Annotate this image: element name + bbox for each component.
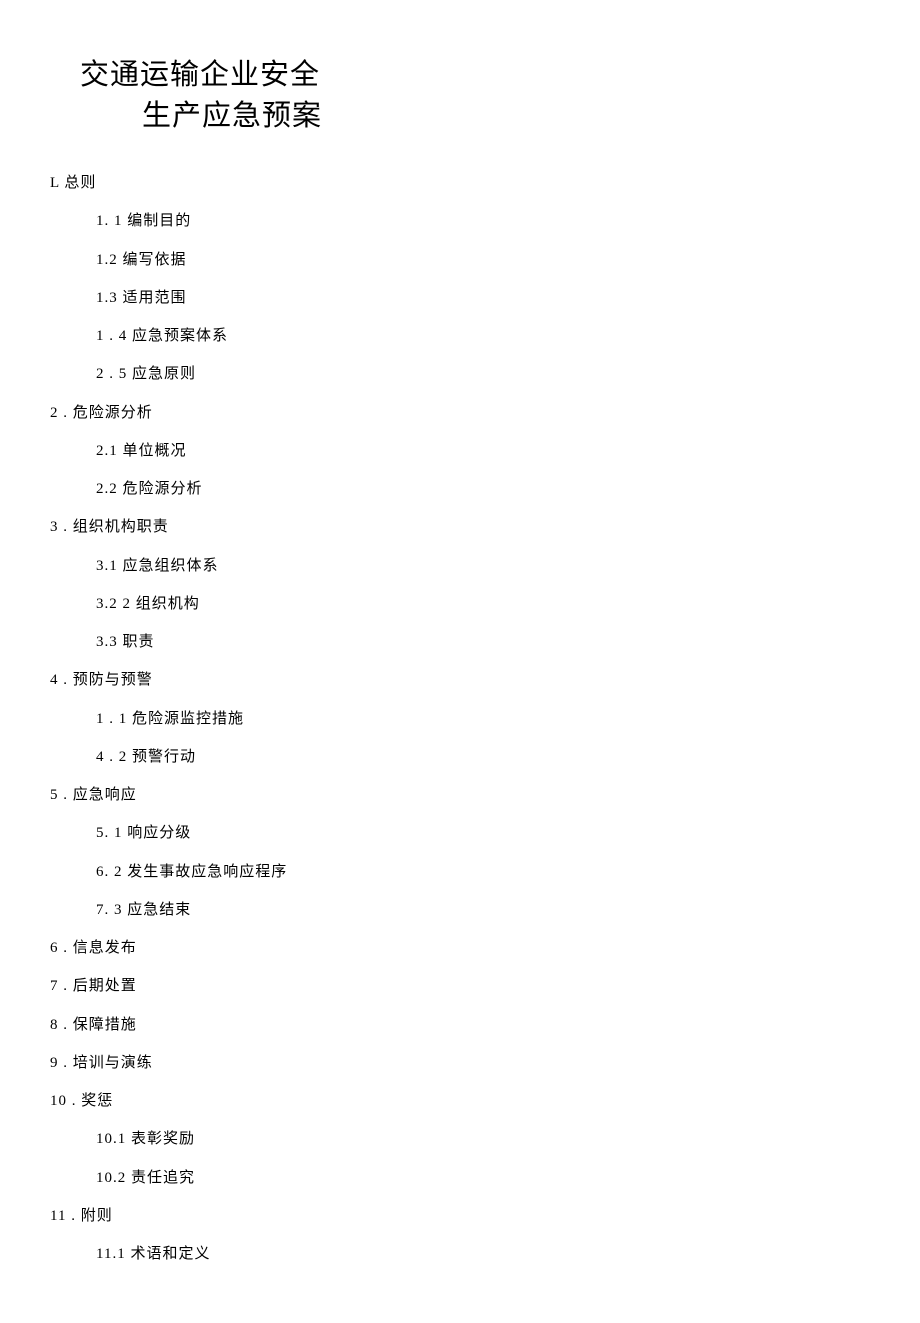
toc-entry: 1 . 1 危险源监控措施: [50, 700, 870, 738]
toc-entry: 11.1 术语和定义: [50, 1235, 870, 1273]
toc-entry: 2 . 5 应急原则: [50, 355, 870, 393]
toc-entry: 3.1 应急组织体系: [50, 547, 870, 585]
toc-entry: 4 . 2 预警行动: [50, 738, 870, 776]
document-title: 交通运输企业安全 生产应急预案: [80, 55, 870, 136]
toc-entry: 6. 2 发生事故应急响应程序: [50, 853, 870, 891]
toc-entry: 3 . 组织机构职责: [50, 508, 870, 546]
toc-entry: 2 . 危险源分析: [50, 394, 870, 432]
title-line-1: 交通运输企业安全: [80, 55, 870, 96]
toc-entry: 1.3 适用范围: [50, 279, 870, 317]
toc-entry: 9 . 培训与演练: [50, 1044, 870, 1082]
toc-entry: 1. 1 编制目的: [50, 202, 870, 240]
toc-entry: 2.1 单位概况: [50, 432, 870, 470]
toc-entry: 4 . 预防与预警: [50, 661, 870, 699]
table-of-contents: L 总则1. 1 编制目的1.2 编写依据1.3 适用范围1 . 4 应急预案体…: [50, 164, 870, 1273]
toc-entry: 6 . 信息发布: [50, 929, 870, 967]
toc-entry: 8 . 保障措施: [50, 1006, 870, 1044]
toc-entry: 3.3 职责: [50, 623, 870, 661]
toc-entry: 10 . 奖惩: [50, 1082, 870, 1120]
toc-entry: 3.2 2 组织机构: [50, 585, 870, 623]
toc-entry: 7. 3 应急结束: [50, 891, 870, 929]
toc-entry: 5. 1 响应分级: [50, 814, 870, 852]
title-line-2: 生产应急预案: [80, 96, 870, 137]
toc-entry: 10.2 责任追究: [50, 1159, 870, 1197]
toc-entry: 7 . 后期处置: [50, 967, 870, 1005]
toc-entry: 5 . 应急响应: [50, 776, 870, 814]
toc-entry: 11 . 附则: [50, 1197, 870, 1235]
toc-entry: 10.1 表彰奖励: [50, 1120, 870, 1158]
toc-entry: 1 . 4 应急预案体系: [50, 317, 870, 355]
toc-entry: 1.2 编写依据: [50, 241, 870, 279]
toc-entry: L 总则: [50, 164, 870, 202]
toc-entry: 2.2 危险源分析: [50, 470, 870, 508]
